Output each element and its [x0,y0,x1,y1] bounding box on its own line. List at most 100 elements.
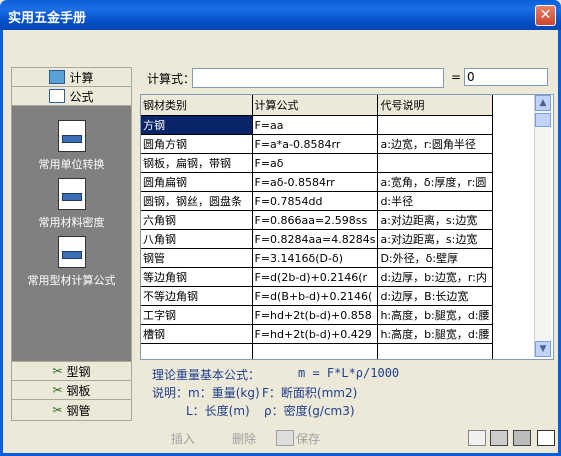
table-cell[interactable] [141,343,253,359]
table-cell[interactable]: F=0.8284aa=4.8284s [252,229,379,249]
table-cell[interactable]: a:对边距离，s:边宽 [377,229,493,249]
table-cell[interactable] [377,115,493,135]
table-cell[interactable]: F=aδ-0.8584rr [252,172,379,192]
message-icon[interactable] [537,430,555,446]
table-cell[interactable]: 钢管 [141,248,253,268]
info-explain-mass: 说明：m：重量(kg) [152,386,260,400]
window-frame-left [0,30,3,456]
table-row[interactable]: 钢管 F=3.1416δ(D-δ) D:外径，δ:壁厚 [141,248,493,268]
insert-button[interactable]: 插入 [171,430,195,447]
table-cell[interactable]: 六角钢 [141,210,253,230]
table-cell[interactable]: 圆角方钢 [141,134,253,154]
table-cell[interactable] [252,343,379,359]
table-row[interactable]: 工字钢 F=hd+2t(b-d)+0.858 h:高度，b:腿宽，d:腰 [141,305,493,325]
close-button[interactable]: ✕ [535,5,556,26]
calc-expression-input[interactable] [192,68,444,88]
delete-button[interactable]: 删除 [232,430,256,447]
table-cell[interactable]: 等边角钢 [141,267,253,287]
table-cell[interactable]: F=hd+2t(b-d)+0.429 [252,324,379,344]
tool-icon: ✂ [52,383,63,397]
calculator-icon[interactable] [513,430,531,446]
formula-category-list: 常用单位转换 常用材料密度 常用型材计算公式 [12,106,131,361]
scrollbar-thumb[interactable] [535,113,551,127]
table-vertical-scrollbar[interactable]: ▲ ▼ [534,95,551,357]
table-cell[interactable] [377,343,493,359]
scroll-down-icon[interactable]: ▼ [535,341,551,357]
info-explain-area: F：断面积(mm2) [262,386,358,400]
table-row[interactable] [141,343,493,359]
table-cell[interactable]: a:宽角，δ:厚度，r:圆 [377,172,493,192]
list-item-label: 常用型材计算公式 [27,274,116,287]
table-row[interactable]: 圆钢，钢丝，圆盘条 F=0.7854dd d:半径 [141,191,493,211]
list-item-unit-conversion[interactable]: 常用单位转换 [12,120,131,172]
table-cell[interactable]: 槽钢 [141,324,253,344]
table-cell[interactable]: 工字钢 [141,305,253,325]
nav-button-calc[interactable]: 计算 [12,68,131,87]
app-window: 实用五金手册 ✕ 计算 公式 常用单位转换 常用材料密度 常用型材计算公式 ✂ … [0,0,561,456]
table-cell[interactable]: 钢板，扁钢，带钢 [141,153,253,173]
table-header-row: 钢材类别 计算公式 代号说明 [141,95,493,116]
calc-expression-label: 计算式： [147,72,196,86]
scroll-up-icon[interactable]: ▲ [535,95,551,111]
table-cell[interactable]: F=3.1416δ(D-δ) [252,248,379,268]
nav-button-section-steel[interactable]: ✂ 型钢 [12,361,131,381]
table-row[interactable]: 圆角扁钢 F=aδ-0.8584rr a:宽角，δ:厚度，r:圆 [141,172,493,192]
table-cell[interactable]: a:对边距离，s:边宽 [377,210,493,230]
table-cell[interactable]: F=d(2b-d)+0.2146(r [252,267,379,287]
list-item-label: 常用单位转换 [38,158,105,171]
save-button[interactable]: 保存 [296,430,320,447]
formula-table: 钢材类别 计算公式 代号说明 方钢 F=aa 圆角方钢 F=a*a-0.8584rr… [140,94,554,360]
column-header-symbols[interactable]: 代号说明 [377,95,493,116]
table-cell[interactable]: 圆角扁钢 [141,172,253,192]
table-cell[interactable]: d:边厚，B:长边宽 [377,286,493,306]
table-row[interactable]: 八角钢 F=0.8284aa=4.8284s a:对边距离，s:边宽 [141,229,493,249]
column-header-category[interactable]: 钢材类别 [141,95,253,116]
column-header-formula[interactable]: 计算公式 [252,95,379,116]
list-item-material-density[interactable]: 常用材料密度 [12,178,131,230]
table-cell[interactable]: D:外径，δ:壁厚 [377,248,493,268]
table-row[interactable]: 等边角钢 F=d(2b-d)+0.2146(r d:边厚，b:边宽，r:内 [141,267,493,287]
keyboard-icon[interactable] [490,430,508,446]
table-cell[interactable]: h:高度，b:腿宽，d:腰 [377,305,493,325]
nav-button-formula[interactable]: 公式 [12,87,131,106]
tool-icon: ✂ [52,403,63,417]
table-cell[interactable]: F=aa [252,115,379,135]
table-cell[interactable]: h:高度，b:腿宽，d:腰 [377,324,493,344]
nav-button-steel-plate[interactable]: ✂ 钢板 [12,381,131,400]
calculator-icon [49,70,66,84]
formula-icon [49,89,66,103]
list-item-label: 常用材料密度 [38,216,105,229]
info-explain-length: L：长度(m) [186,404,250,418]
info-formula: m = F*L*ρ/1000 [298,366,400,380]
left-panel: 计算 公式 常用单位转换 常用材料密度 常用型材计算公式 ✂ 型钢 ✂ 钢板 ✂… [11,67,132,421]
table-cell[interactable]: F=a*a-0.8584rr [252,134,379,154]
table-row[interactable]: 六角钢 F=0.866aa=2.598ss a:对边距离，s:边宽 [141,210,493,230]
list-item-profile-formulas[interactable]: 常用型材计算公式 [12,236,131,288]
table-cell[interactable]: d:半径 [377,191,493,211]
table-cell[interactable]: 圆钢，钢丝，圆盘条 [141,191,253,211]
bottom-toolbar: 插入 删除 保存 [0,426,561,450]
table-cell[interactable]: F=0.866aa=2.598ss [252,210,379,230]
table-cell[interactable]: 八角钢 [141,229,253,249]
table-row[interactable]: 方钢 F=aa [141,115,493,135]
table-cell[interactable]: 方钢 [141,115,253,135]
table-cell[interactable]: F=hd+2t(b-d)+0.858 [252,305,379,325]
table-cell[interactable] [377,153,493,173]
table-row[interactable]: 槽钢 F=hd+2t(b-d)+0.429 h:高度，b:腿宽，d:腰 [141,324,493,344]
equals-sign: = [451,70,462,84]
table-row[interactable]: 钢板，扁钢，带钢 F=aδ [141,153,493,173]
nav-button-formula-label: 公式 [69,89,94,104]
table-cell[interactable]: 不等边角钢 [141,286,253,306]
nav-button-steel-pipe[interactable]: ✂ 钢管 [12,401,131,419]
table-row[interactable]: 圆角方钢 F=a*a-0.8584rr a:边宽，r:圆角半径 [141,134,493,154]
table-cell[interactable]: F=d(B+b-d)+0.2146( [252,286,379,306]
calc-result-field[interactable]: 0 [464,68,548,86]
info-formula-label: 理论重量基本公式： [152,368,261,382]
table-cell[interactable]: F=aδ [252,153,379,173]
table-cell[interactable]: a:边宽，r:圆角半径 [377,134,493,154]
table-cell[interactable]: F=0.7854dd [252,191,379,211]
table-cell[interactable]: d:边厚，b:边宽，r:内 [377,267,493,287]
nav-button-label: 钢板 [66,383,91,398]
copy-icon[interactable] [468,430,486,446]
table-row[interactable]: 不等边角钢 F=d(B+b-d)+0.2146(d:边厚，B:长边宽 [141,286,493,306]
